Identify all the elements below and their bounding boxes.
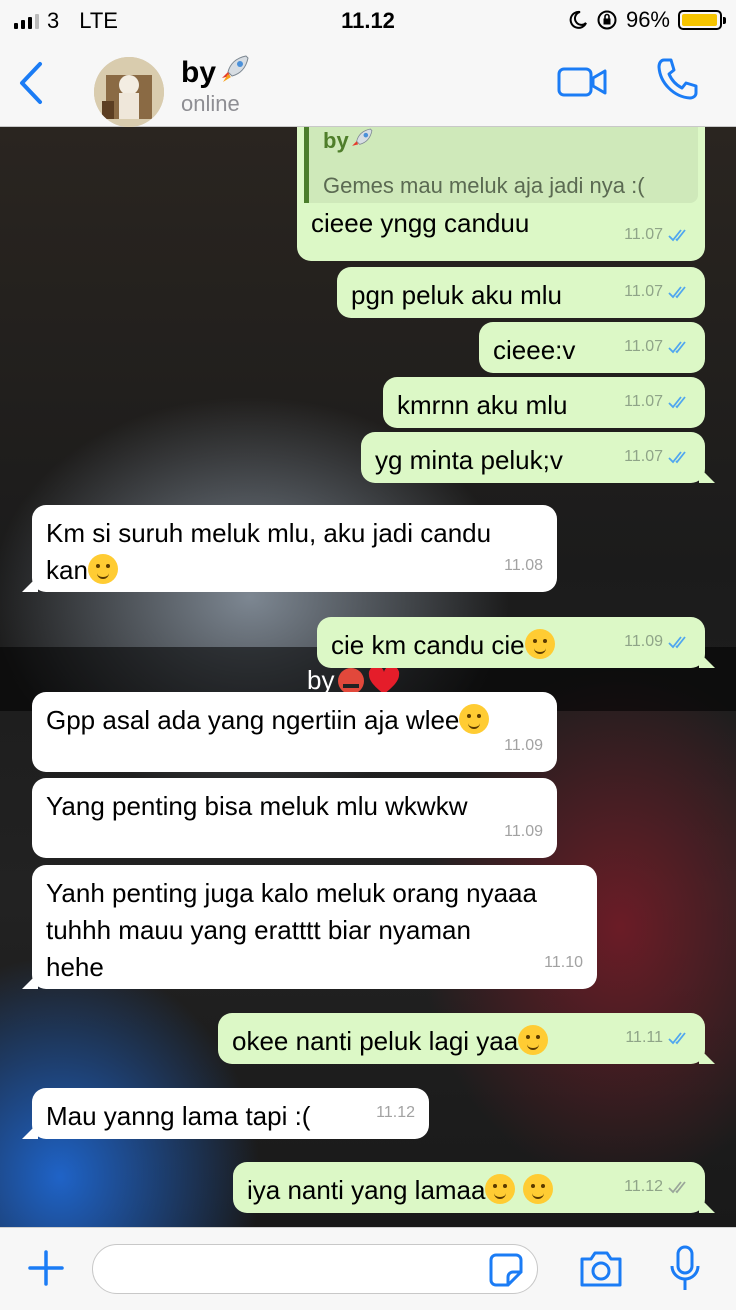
avatar-image <box>94 57 164 127</box>
message-input[interactable] <box>92 1244 538 1294</box>
message-text: Yanh penting juga kalo meluk orang nyaaa… <box>46 878 537 982</box>
status-bar: 3 LTE 11.12 96% <box>0 0 736 40</box>
message-meta: 11.07 <box>624 328 691 365</box>
kissing-emoji-icon <box>524 629 555 659</box>
message-time: 11.07 <box>624 338 663 355</box>
quoted-author: by <box>323 127 684 159</box>
message-text-content: cie km candu cie <box>331 630 525 660</box>
chat-header: by online <box>0 40 736 127</box>
battery-icon <box>678 10 726 30</box>
message-time: 11.07 <box>624 226 663 243</box>
message-text: Km si suruh meluk mlu, aku jadi candu ka… <box>46 515 543 589</box>
contact-name[interactable]: by <box>181 52 252 90</box>
rocket-emoji-icon <box>222 55 249 82</box>
message-bubble-incoming[interactable]: Yang penting bisa meluk mlu wkwkw 11.09 <box>32 778 557 858</box>
message-time: 11.07 <box>624 448 663 465</box>
sticker-icon[interactable] <box>488 1252 524 1288</box>
contact-avatar[interactable] <box>94 57 164 127</box>
message-bubble-outgoing[interactable]: cieee:v 11.07 <box>479 322 705 373</box>
camera-icon[interactable] <box>578 1247 624 1289</box>
message-time: 11.10 <box>544 954 583 971</box>
read-ticks-icon <box>668 340 686 353</box>
video-call-icon[interactable] <box>557 64 609 100</box>
message-time: 11.08 <box>504 557 543 574</box>
message-bubble-outgoing[interactable]: cie km candu cie 11.09 <box>317 617 715 668</box>
message-bubble-outgoing[interactable]: iya nanti yang lamaa 11.12 <box>233 1162 715 1213</box>
message-bubble-incoming[interactable]: Km si suruh meluk mlu, aku jadi candu ka… <box>22 505 557 592</box>
back-chevron-icon[interactable] <box>14 58 48 108</box>
quoted-text: Gemes mau meluk aja jadi nya :( <box>323 173 645 198</box>
message-bubble-outgoing[interactable]: pgn peluk aku mlu 11.07 <box>337 267 705 318</box>
phone-call-icon[interactable] <box>654 56 700 102</box>
message-meta: 11.07 <box>624 383 691 420</box>
message-time: 11.09 <box>504 823 543 840</box>
message-input-bar <box>0 1227 736 1310</box>
message-meta: 11.07 <box>624 216 691 253</box>
kissing-emoji-icon <box>522 1174 553 1204</box>
quoted-message[interactable]: by Gemes mau meluk aja jadi nya :( <box>304 127 698 203</box>
read-ticks-icon <box>668 285 686 298</box>
message-bubble-outgoing[interactable]: yg minta peluk;v 11.07 <box>361 432 715 483</box>
message-time: 11.09 <box>504 737 543 754</box>
battery-percent: 96% <box>625 7 670 32</box>
message-time: 11.12 <box>376 1104 415 1121</box>
read-ticks-icon <box>668 1031 686 1044</box>
message-meta: 11.09 <box>504 813 543 850</box>
delivered-ticks-icon <box>668 1180 686 1193</box>
message-meta: 11.07 <box>624 273 691 310</box>
kissing-emoji-icon <box>518 1025 549 1055</box>
message-text-content: okee nanti peluk lagi yaa <box>232 1026 519 1056</box>
message-meta: 11.10 <box>544 944 583 981</box>
heart-icon <box>369 666 400 694</box>
message-bubble-outgoing[interactable]: okee nanti peluk lagi yaa 11.11 <box>218 1013 715 1064</box>
hugging-emoji-icon <box>485 1174 516 1204</box>
read-ticks-icon <box>668 450 686 463</box>
message-meta: 11.09 <box>504 727 543 764</box>
message-text-content: iya nanti yang lamaa <box>247 1175 486 1205</box>
read-ticks-icon <box>668 635 686 648</box>
orientation-lock-icon <box>597 10 617 30</box>
message-bubble-outgoing[interactable]: kmrnn aku mlu 11.07 <box>383 377 705 428</box>
angry-face-icon <box>338 667 365 694</box>
message-meta: 11.07 <box>624 438 691 475</box>
moon-icon <box>569 10 587 29</box>
message-meta: 11.11 <box>625 1019 691 1056</box>
message-time: 11.07 <box>624 283 663 300</box>
message-time: 11.09 <box>624 633 663 650</box>
message-text: Yang penting bisa meluk mlu wkwkw <box>46 791 468 821</box>
message-meta: 11.08 <box>504 547 543 584</box>
message-text-content: Gpp asal ada yang ngertiin aja wlee <box>46 705 460 735</box>
message-meta: 11.09 <box>624 623 691 660</box>
chat-area[interactable]: by by Gemes mau meluk aja jadi nya :( ci… <box>0 127 736 1227</box>
message-text: okee nanti peluk lagi yaa <box>232 1023 691 1060</box>
message-bubble-incoming[interactable]: Mau yanng lama tapi :( 11.12 <box>22 1088 429 1139</box>
message-bubble-incoming[interactable]: Yanh penting juga kalo meluk orang nyaaa… <box>22 865 597 989</box>
contact-name-text: by <box>181 56 217 89</box>
message-time: 11.12 <box>624 1178 663 1195</box>
quoted-author-text: by <box>323 128 349 153</box>
microphone-icon[interactable] <box>668 1244 702 1294</box>
message-meta: 11.12 <box>624 1168 691 1205</box>
grinning-sweat-emoji-icon <box>87 554 118 584</box>
read-ticks-icon <box>668 228 686 241</box>
message-text: Mau yanng lama tapi :( <box>46 1101 311 1131</box>
message-text: Gpp asal ada yang ngertiin aja wlee <box>46 702 543 739</box>
message-time: 11.07 <box>624 393 663 410</box>
message-bubble-incoming[interactable]: Gpp asal ada yang ngertiin aja wlee 11.0… <box>32 692 557 772</box>
status-right: 96% <box>568 7 726 33</box>
message-time: 11.11 <box>625 1029 663 1046</box>
read-ticks-icon <box>668 395 686 408</box>
yum-emoji-icon <box>459 704 490 734</box>
rocket-emoji-icon <box>351 128 373 146</box>
message-meta: 11.12 <box>376 1094 415 1131</box>
message-text: cieee yngg canduu <box>311 208 530 238</box>
message-bubble-outgoing[interactable]: by Gemes mau meluk aja jadi nya :( cieee… <box>297 127 705 261</box>
plus-icon[interactable] <box>26 1248 66 1288</box>
presence-status: online <box>181 91 240 116</box>
